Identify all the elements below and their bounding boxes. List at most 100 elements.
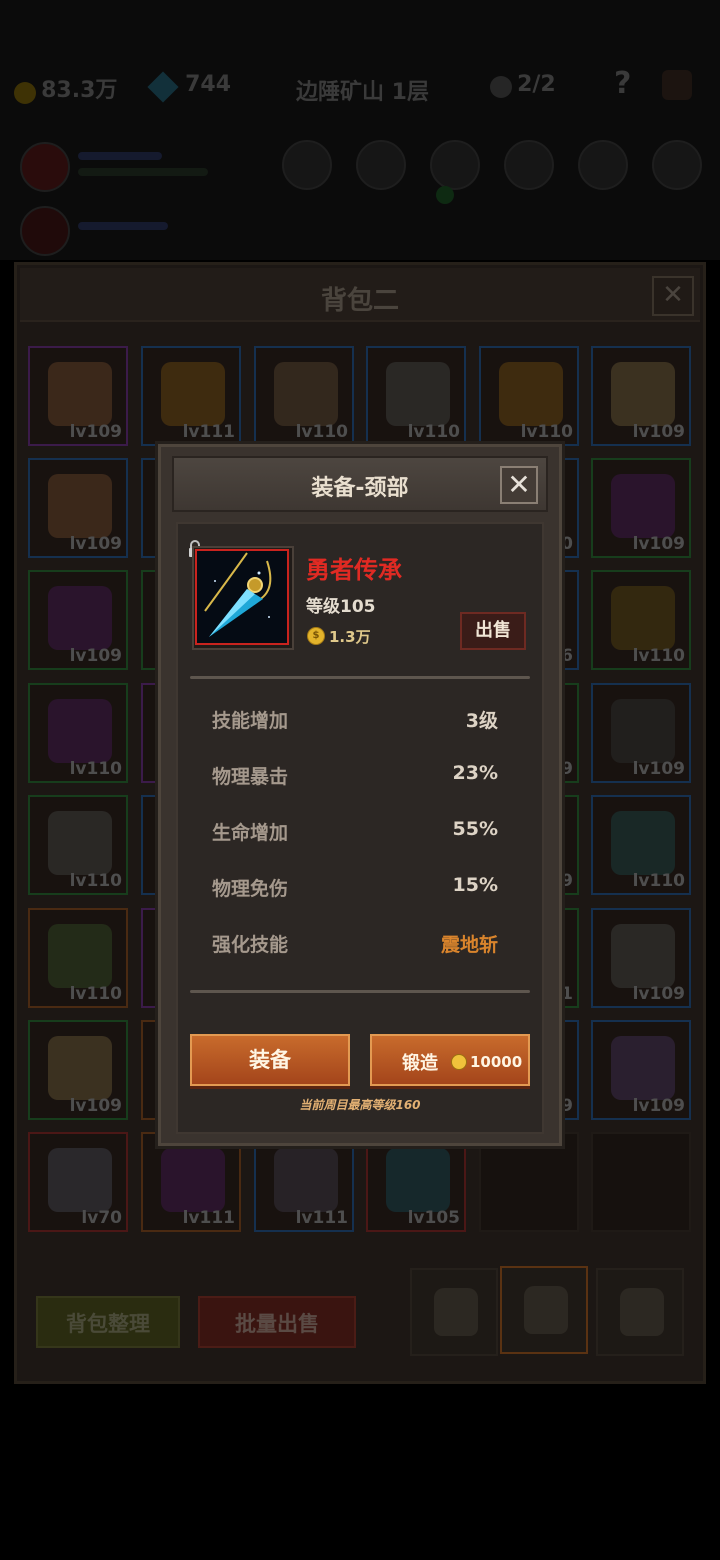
inventory-slot[interactable]: lv111: [254, 1132, 354, 1232]
item-icon: [499, 362, 563, 426]
item-icon: [48, 924, 112, 988]
inventory-slot[interactable]: lv110: [254, 346, 354, 446]
skill-slot-3-icon[interactable]: [430, 140, 480, 190]
inventory-slot[interactable]: lv110: [366, 346, 466, 446]
inventory-slot[interactable]: lv110: [591, 795, 691, 895]
item-icon: [48, 699, 112, 763]
gold-amount: 83.3万: [41, 78, 118, 103]
item-level-label: lv109: [69, 646, 122, 666]
skill-slot-4-icon[interactable]: [504, 140, 554, 190]
item-level-label: lv111: [182, 422, 235, 442]
item-icon: [611, 924, 675, 988]
item-level: 等级105: [306, 597, 376, 617]
gem-icon: [147, 70, 179, 103]
item-icon: [48, 586, 112, 650]
inventory-slot[interactable]: lv109: [28, 346, 128, 446]
item-name: 勇者传承: [306, 556, 402, 584]
item-icon: [48, 362, 112, 426]
dialog-close-button[interactable]: ✕: [500, 466, 538, 504]
divider-bottom: [190, 990, 530, 993]
bulk-sell-button[interactable]: 批量出售: [198, 1296, 356, 1348]
stat-value: 3级: [465, 710, 498, 732]
gem-amount: 744: [185, 72, 232, 97]
gold-display: 83.3万: [14, 72, 117, 104]
inventory-slot[interactable]: lv110: [28, 683, 128, 783]
skill-slot-1-icon[interactable]: [282, 140, 332, 190]
bag-tab-2[interactable]: [500, 1266, 588, 1354]
item-price: 1.3万: [329, 628, 371, 646]
backpack-icon: [620, 1288, 664, 1336]
item-icon: [611, 1036, 675, 1100]
item-level-label: lv109: [632, 759, 685, 779]
forge-label: 锻造: [402, 1053, 438, 1074]
inventory-slot[interactable]: lv109: [591, 1020, 691, 1120]
inventory-slot[interactable]: [479, 1132, 579, 1232]
inventory-slot[interactable]: lv109: [591, 683, 691, 783]
inventory-slot[interactable]: lv109: [28, 1020, 128, 1120]
inventory-slot[interactable]: lv70: [28, 1132, 128, 1232]
item-icon: [48, 474, 112, 538]
equip-button[interactable]: 装备: [190, 1034, 350, 1086]
item-level-label: lv110: [295, 422, 348, 442]
item-level-label: lv109: [69, 534, 122, 554]
backpack-icon: [524, 1286, 568, 1334]
bag-tab-3[interactable]: [596, 1268, 684, 1356]
companion-avatar[interactable]: [20, 206, 70, 256]
item-icon: [611, 362, 675, 426]
inventory-slot[interactable]: lv105: [366, 1132, 466, 1232]
item-level-label: lv109: [632, 422, 685, 442]
skill-slot-5-icon[interactable]: [578, 140, 628, 190]
counter-display: 2/2: [490, 72, 556, 98]
item-level-label: lv110: [520, 422, 573, 442]
gold-coin-icon: [14, 81, 36, 104]
help-button[interactable]: ?: [614, 66, 631, 101]
hero-avatar[interactable]: [20, 142, 70, 192]
item-icon: [48, 1148, 112, 1212]
item-level-label: lv110: [69, 759, 122, 779]
inventory-slot[interactable]: lv109: [591, 908, 691, 1008]
skill-slot-6-icon[interactable]: [652, 140, 702, 190]
divider-top: [190, 676, 530, 679]
item-level-label: lv111: [295, 1208, 348, 1228]
item-level-label: lv110: [69, 871, 122, 891]
stat-label: 强化技能: [212, 934, 289, 956]
item-icon: [48, 1036, 112, 1100]
location-label: 边陲矿山 1层: [296, 80, 429, 105]
inventory-slot[interactable]: [591, 1132, 691, 1232]
item-level-label: lv105: [407, 1208, 460, 1228]
coin-icon: [451, 1054, 467, 1070]
inventory-slot[interactable]: lv110: [591, 570, 691, 670]
stat-value: 15%: [452, 874, 498, 896]
sort-bag-button[interactable]: 背包整理: [36, 1296, 180, 1348]
item-level-label: 1: [561, 984, 573, 1004]
item-level-label: lv111: [182, 1208, 235, 1228]
bag-close-button[interactable]: ✕: [652, 276, 694, 316]
inventory-slot[interactable]: lv109: [28, 458, 128, 558]
item-level-label: lv109: [69, 1096, 122, 1116]
inventory-slot[interactable]: lv110: [479, 346, 579, 446]
item-icon: [611, 811, 675, 875]
item-level-label: 9: [561, 759, 573, 779]
dialog-title: 装备-颈部: [311, 476, 409, 501]
item-level-label: 9: [561, 1096, 573, 1116]
stat-value: 23%: [452, 762, 498, 784]
inventory-slot[interactable]: lv111: [141, 346, 241, 446]
sell-button[interactable]: 出售: [460, 612, 526, 650]
counter-value: 2/2: [517, 72, 556, 97]
inventory-slot[interactable]: lv111: [141, 1132, 241, 1232]
settings-icon[interactable]: [662, 70, 692, 100]
inventory-slot[interactable]: lv109: [591, 346, 691, 446]
inventory-slot[interactable]: lv109: [591, 458, 691, 558]
inventory-slot[interactable]: lv110: [28, 795, 128, 895]
hero-exp-bar: [78, 168, 208, 176]
inventory-slot[interactable]: lv109: [28, 570, 128, 670]
bag-title: 背包二: [320, 286, 399, 316]
inventory-slot[interactable]: lv110: [28, 908, 128, 1008]
item-icon: [386, 1148, 450, 1212]
item-icon: [274, 362, 338, 426]
bag-tab-1[interactable]: [410, 1268, 498, 1356]
skill-ready-indicator: [436, 186, 454, 204]
item-level-label: 6: [561, 646, 573, 666]
skill-slot-2-icon[interactable]: [356, 140, 406, 190]
forge-cost: 10000: [470, 1053, 523, 1071]
